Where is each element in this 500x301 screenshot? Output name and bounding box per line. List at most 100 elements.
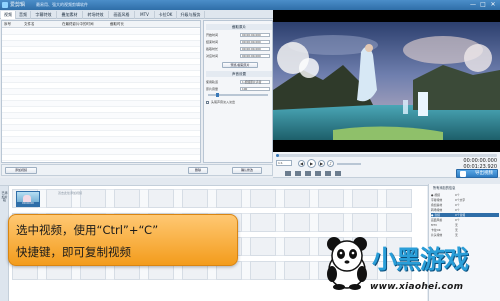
fade-checkbox-label: 头尾声音淡入淡出 [211, 100, 236, 104]
file-list[interactable]: 序号 文件名 在最终影片中的时间 截取时长 [1, 20, 201, 163]
tab-subtitle-effects[interactable]: 字幕特效 [31, 11, 57, 19]
storyboard-slot[interactable] [352, 189, 378, 208]
duration-input[interactable]: 00:00:00.000 [240, 47, 270, 51]
track-select[interactable]: 1.视频原片声音 [240, 80, 270, 84]
duration-field: 截取时长 00:00:00.000 [206, 46, 272, 52]
info-row[interactable]: 卡拉OK 无 [431, 228, 499, 232]
info-row-key: 画面风格 [431, 218, 443, 222]
info-row[interactable]: 字幕特效 0个文字 [431, 198, 499, 202]
info-row-value: 0个 [455, 203, 460, 207]
side-tab-label: 已添加片段 [1, 191, 8, 203]
info-row-key: ● 音频 [431, 213, 440, 217]
start-time-input[interactable]: 00:00:00.000 [240, 33, 270, 37]
video-preview[interactable] [273, 10, 500, 152]
start-time-field: 开始时间 00:00:00.000 [206, 32, 272, 38]
storyboard-slot[interactable] [114, 189, 140, 208]
column-duration[interactable]: 截取时长 [110, 22, 124, 27]
tab-video[interactable]: 视频 [1, 11, 16, 19]
clip-settings-panel: 截取原片 开始时间 00:00:00.000 结束时间 00:00:00.000… [203, 20, 273, 163]
track-field: 使用轨道 1.视频原片声音 [206, 79, 272, 85]
progress-track[interactable] [276, 154, 497, 157]
tab-transitions[interactable]: 转场特效 [83, 11, 109, 19]
preview-clip-button[interactable]: 预览/截取原片 [222, 62, 258, 68]
info-row[interactable]: 叠加素材 0个 [431, 203, 499, 207]
storyboard-slot[interactable] [250, 213, 276, 232]
cut-icon[interactable] [305, 171, 311, 176]
player-volume-slider[interactable] [337, 163, 361, 165]
duration-label: 截取时长 [206, 47, 219, 51]
storyboard-slot[interactable] [352, 213, 378, 232]
column-index[interactable]: 序号 [4, 22, 11, 27]
camera-icon[interactable] [285, 171, 291, 176]
tab-picture-style[interactable]: 画面风格 [109, 11, 135, 19]
play-button[interactable]: ▶ [307, 159, 316, 168]
info-row-key: 转场特效 [431, 208, 443, 212]
column-filename[interactable]: 文件名 [24, 22, 35, 27]
storyboard-slot[interactable] [318, 189, 344, 208]
storyboard-slot[interactable] [284, 213, 310, 232]
export-video-button[interactable]: 导出视频 [456, 169, 498, 178]
tab-audio[interactable]: 音频 [16, 11, 31, 19]
storyboard-slot[interactable] [80, 189, 106, 208]
fade-checkbox-row[interactable]: 头尾声音淡入淡出 [206, 99, 272, 105]
callout-line-1: 选中视频，使用“Ctrl”+“C” [16, 223, 159, 237]
storyboard-slot[interactable] [250, 189, 276, 208]
storyboard-slot[interactable] [148, 189, 174, 208]
storyboard-slot[interactable] [318, 213, 344, 232]
tab-mtv[interactable]: MTV [135, 11, 155, 19]
storyboard-slot[interactable] [216, 189, 242, 208]
mapped-time-input[interactable]: 00:00:00.000 [240, 54, 270, 58]
info-row[interactable]: 片头特效 无 [431, 233, 499, 237]
info-row-value: 0个 [455, 208, 460, 212]
prev-button[interactable]: ◀ [298, 160, 305, 167]
tab-upgrade[interactable]: 升级与服务 [177, 11, 205, 19]
text-icon[interactable] [335, 171, 341, 176]
volume-icon[interactable]: ♪ [327, 160, 334, 167]
column-final-time[interactable]: 在最终影片中的时间 [62, 22, 94, 27]
storyboard-slot[interactable] [386, 213, 412, 232]
volume-slider[interactable] [208, 93, 268, 97]
add-video-label: 添加视频 [14, 168, 27, 172]
layer-icon[interactable] [325, 171, 331, 176]
info-row-value: 无 [455, 233, 458, 237]
info-row[interactable]: ● 视频 0个 [431, 193, 499, 197]
info-row-value: 无 [455, 223, 458, 227]
zoom-select[interactable]: 1:1 [276, 160, 292, 166]
list-toolbar: 添加视频 删除 确认修改 [1, 164, 273, 176]
end-time-input[interactable]: 00:00:00.000 [240, 40, 270, 44]
folder-icon[interactable] [295, 171, 301, 176]
confirm-edit-button[interactable]: 确认修改 [232, 167, 262, 174]
storyboard-slot[interactable] [284, 261, 310, 280]
maximize-button[interactable]: □ [478, 1, 488, 9]
fade-checkbox[interactable] [206, 100, 209, 104]
close-button[interactable]: ✕ [488, 1, 498, 9]
watermark-url: www.xiaohei.com [370, 282, 464, 292]
info-row[interactable]: MTV 无 [431, 223, 499, 227]
selected-clip-thumbnail[interactable]: 00:00:00 [16, 191, 40, 207]
tab-karaoke[interactable]: 卡拉OK [155, 11, 177, 19]
callout-line-2: 快捷键，即可复制视频 [16, 245, 131, 259]
delete-button[interactable]: 删除 [188, 167, 208, 174]
info-row[interactable]: 转场特效 0个 [431, 208, 499, 212]
volume-input[interactable]: 100 [240, 87, 270, 91]
crop-icon[interactable] [315, 171, 321, 176]
info-row-key: 卡拉OK [431, 228, 441, 232]
info-row[interactable]: ● 音频 0个音频 [431, 213, 499, 217]
storyboard-slot[interactable] [284, 189, 310, 208]
next-button[interactable]: ▶ [318, 160, 325, 167]
volume-slider-thumb[interactable] [216, 93, 219, 97]
storyboard-slot[interactable] [386, 189, 412, 208]
tab-overlay[interactable]: 叠加素材 [57, 11, 83, 19]
storyboard-slot[interactable] [284, 237, 310, 256]
info-row[interactable]: 画面风格 0个 [431, 218, 499, 222]
export-video-label: 导出视频 [475, 171, 493, 176]
mapped-time-field: 对应时间 00:00:00.000 [206, 53, 272, 59]
storyboard-slot[interactable] [250, 237, 276, 256]
add-video-button[interactable]: 添加视频 [5, 167, 37, 174]
minimize-button[interactable]: — [468, 1, 478, 9]
storyboard-slot[interactable] [250, 261, 276, 280]
progress-thumb[interactable] [276, 154, 279, 157]
storyboard-slot[interactable] [182, 189, 208, 208]
end-time-label: 结束时间 [206, 40, 219, 44]
app-subtitle: 最易用、强大的视频剪辑软件 [36, 2, 88, 7]
